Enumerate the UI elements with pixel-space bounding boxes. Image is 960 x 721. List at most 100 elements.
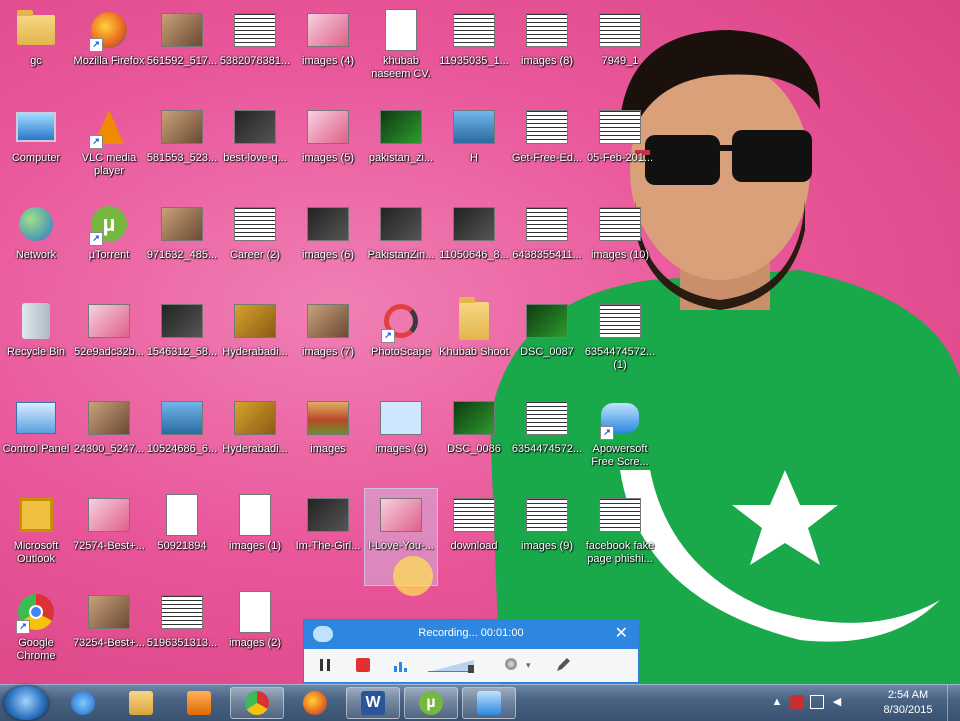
desktop-icon-image-6354474572-1[interactable]: 6354474572... (1) — [584, 295, 656, 391]
action-center-icon[interactable] — [810, 695, 824, 709]
desktop-icon-career-2[interactable]: Career (2) — [219, 198, 291, 294]
desktop-icon-photoscape[interactable]: ↗ PhotoScape — [365, 295, 437, 391]
pause-icon[interactable] — [316, 656, 334, 674]
desktop-icon-images-8[interactable]: images (8) — [511, 4, 583, 100]
show-hidden-icons-icon[interactable]: ▲ — [770, 695, 784, 709]
desktop-icon-images[interactable]: images — [292, 392, 364, 488]
desktop[interactable]: gc ↗ Mozilla Firefox 561592_517... 538207838… — [0, 0, 960, 684]
desktop-icon-image-72574-best[interactable]: 72574-Best+... — [73, 489, 145, 585]
desktop-icon-gc[interactable]: gc — [0, 4, 72, 100]
taskbar-utorrent[interactable]: µ — [404, 687, 458, 719]
clock-date[interactable]: 8/30/2015 — [878, 704, 938, 716]
desktop-icon-khubab-shoot[interactable]: Khubab Shoot — [438, 295, 510, 391]
taskbar-google-chrome[interactable] — [230, 687, 284, 719]
taskbar-internet-explorer[interactable] — [56, 687, 110, 719]
desktop-icon-image-7949-1[interactable]: 7949_1 — [584, 4, 656, 100]
desktop-icon-label: 581553_523... — [146, 152, 218, 164]
desktop-icon-image-10524686[interactable]: 10524686_6... — [146, 392, 218, 488]
show-desktop-button[interactable] — [947, 685, 960, 721]
desktop-icon-image-5196351313[interactable]: 5196351313... — [146, 586, 218, 682]
desktop-icon-images-9[interactable]: images (9) — [511, 489, 583, 585]
desktop-icon-facebook-fake-page[interactable]: facebook fake page phishi... — [584, 489, 656, 585]
recorder-titlebar[interactable]: Recording... 00:01:00 ✕ — [304, 620, 638, 649]
taskbar-windows-explorer[interactable] — [114, 687, 168, 719]
desktop-icon-vlc-media-player[interactable]: ↗ VLC media player — [73, 101, 145, 197]
taskbar-microsoft-word[interactable]: W — [346, 687, 400, 719]
desktop-icon-image-6354474572[interactable]: 6354474572... — [511, 392, 583, 488]
food-icon — [306, 396, 350, 440]
start-button[interactable] — [4, 686, 48, 720]
desktop-icon-images-7[interactable]: images (7) — [292, 295, 364, 391]
desktop-icon-label: 971632_485... — [146, 249, 218, 261]
system-tray: ▲ ◀ 2:54 AM 8/30/2015 — [760, 685, 960, 721]
recorder-toolbar[interactable]: Recording... 00:01:00 ✕ ▾ — [303, 619, 639, 683]
stop-icon[interactable] — [354, 656, 372, 674]
desktop-icon-images-3[interactable]: images (3) — [365, 392, 437, 488]
desktop-icon-image-5382078381[interactable]: 5382078381... — [219, 4, 291, 100]
taskbar-media-player[interactable] — [172, 687, 226, 719]
desktop-icon-utorrent[interactable]: µ ↗ µTorrent — [73, 198, 145, 294]
desktop-icon-computer[interactable]: Computer — [0, 101, 72, 197]
desktop-icon-label: 10524686_6... — [146, 443, 218, 455]
bar-chart-icon[interactable] — [392, 656, 410, 674]
desktop-icon-images-6[interactable]: images (6) — [292, 198, 364, 294]
desktop-icon-image-581553[interactable]: 581553_523... — [146, 101, 218, 197]
desktop-icon-google-chrome[interactable]: ↗ Google Chrome — [0, 586, 72, 682]
desktop-icon-images-10[interactable]: images (10) — [584, 198, 656, 294]
desktop-icon-control-panel[interactable]: Control Panel — [0, 392, 72, 488]
close-icon[interactable]: ✕ — [615, 624, 628, 644]
desktop-icon-image-561592[interactable]: 561592_517... — [146, 4, 218, 100]
desktop-icon-label: images (10) — [590, 249, 650, 261]
desktop-icon-pakistan-zi[interactable]: pakistan_zi... — [365, 101, 437, 197]
pen-icon[interactable] — [554, 656, 572, 674]
desktop-icon-image-11935035[interactable]: 11935035_1... — [438, 4, 510, 100]
desktop-icon-hyderabadi-1[interactable]: Hyderabadi... — [219, 295, 291, 391]
desktop-icon-pakistanzin[interactable]: PakistanZin... — [365, 198, 437, 294]
desktop-icon-images-1[interactable]: images (1) — [219, 489, 291, 585]
desktop-icon-best-love-q[interactable]: best-love-q... — [219, 101, 291, 197]
desktop-icon-dsc-0086[interactable]: DSC_0086 — [438, 392, 510, 488]
volume-slider[interactable] — [426, 656, 478, 674]
desktop-icon-microsoft-outlook[interactable]: Microsoft Outlook — [0, 489, 72, 585]
clock-time[interactable]: 2:54 AM — [878, 689, 938, 701]
desktop-icon-im-the-girl[interactable]: Im-The-Girl... — [292, 489, 364, 585]
desktop-icon-images-2[interactable]: images (2) — [219, 586, 291, 682]
desktop-icon-image-52e9adc32b[interactable]: 52e9adc32b... — [73, 295, 145, 391]
desktop-icon-image-971632[interactable]: 971632_485... — [146, 198, 218, 294]
desktop-icon-label: PhotoScape — [371, 346, 431, 358]
desktop-icon-dsc-0087[interactable]: DSC_0087 — [511, 295, 583, 391]
desktop-icon-download[interactable]: download — [438, 489, 510, 585]
taskbar-firefox[interactable] — [288, 687, 342, 719]
desktop-icon-image-73254-best[interactable]: 73254-Best+... — [73, 586, 145, 682]
desktop-icon-images-5[interactable]: images (5) — [292, 101, 364, 197]
desktop-icon-get-free-ed[interactable]: Get-Free-Ed... — [511, 101, 583, 197]
folder-icon — [452, 297, 496, 343]
desktop-icon-image-6438355411[interactable]: 6438355411... — [511, 198, 583, 294]
desktop-icon-image-11050646[interactable]: 11050646_8... — [438, 198, 510, 294]
desktop-icon-image-1546312[interactable]: 1546312_58... — [146, 295, 218, 391]
desktop-icon-label: DSC_0086 — [447, 443, 501, 455]
desktop-icon-recycle-bin[interactable]: Recycle Bin — [0, 295, 72, 391]
taskbar-apowersoft[interactable] — [462, 687, 516, 719]
desktop-icon-khubab-naseem-cv[interactable]: khubab naseem CV. — [365, 4, 437, 100]
desktop-icon-label: best-love-q... — [223, 152, 287, 164]
apowersoft-icon: ↗ — [598, 396, 642, 440]
desktop-icon-feb-05-201[interactable]: 05-Feb-201... — [584, 101, 656, 197]
news-icon — [525, 8, 569, 52]
desktop-icon-network[interactable]: Network — [0, 198, 72, 294]
desktop-icon-image-24300[interactable]: 24300_5247... — [73, 392, 145, 488]
network-warning-icon[interactable] — [790, 695, 804, 709]
desktop-icon-label: 561592_517... — [146, 55, 218, 67]
doc-icon — [233, 590, 277, 634]
desktop-icon-images-4[interactable]: images (4) — [292, 4, 364, 100]
desktop-icon-hyderabadi-2[interactable]: Hyderabadi... — [219, 392, 291, 488]
desktop-icon-mozilla-firefox[interactable]: ↗ Mozilla Firefox — [73, 4, 145, 100]
webcam-icon[interactable] — [502, 656, 520, 674]
photo-icon — [160, 8, 204, 52]
chevron-down-icon[interactable]: ▾ — [526, 656, 544, 674]
desktop-icon-apowersoft-free-scre[interactable]: ↗ Apowersoft Free Scre... — [584, 392, 656, 488]
desktop-icon-image-h[interactable]: H — [438, 101, 510, 197]
desktop-icon-image-50921894[interactable]: 50921894 — [146, 489, 218, 585]
speaker-icon[interactable]: ◀ — [830, 695, 844, 709]
recycle-icon — [14, 299, 58, 343]
